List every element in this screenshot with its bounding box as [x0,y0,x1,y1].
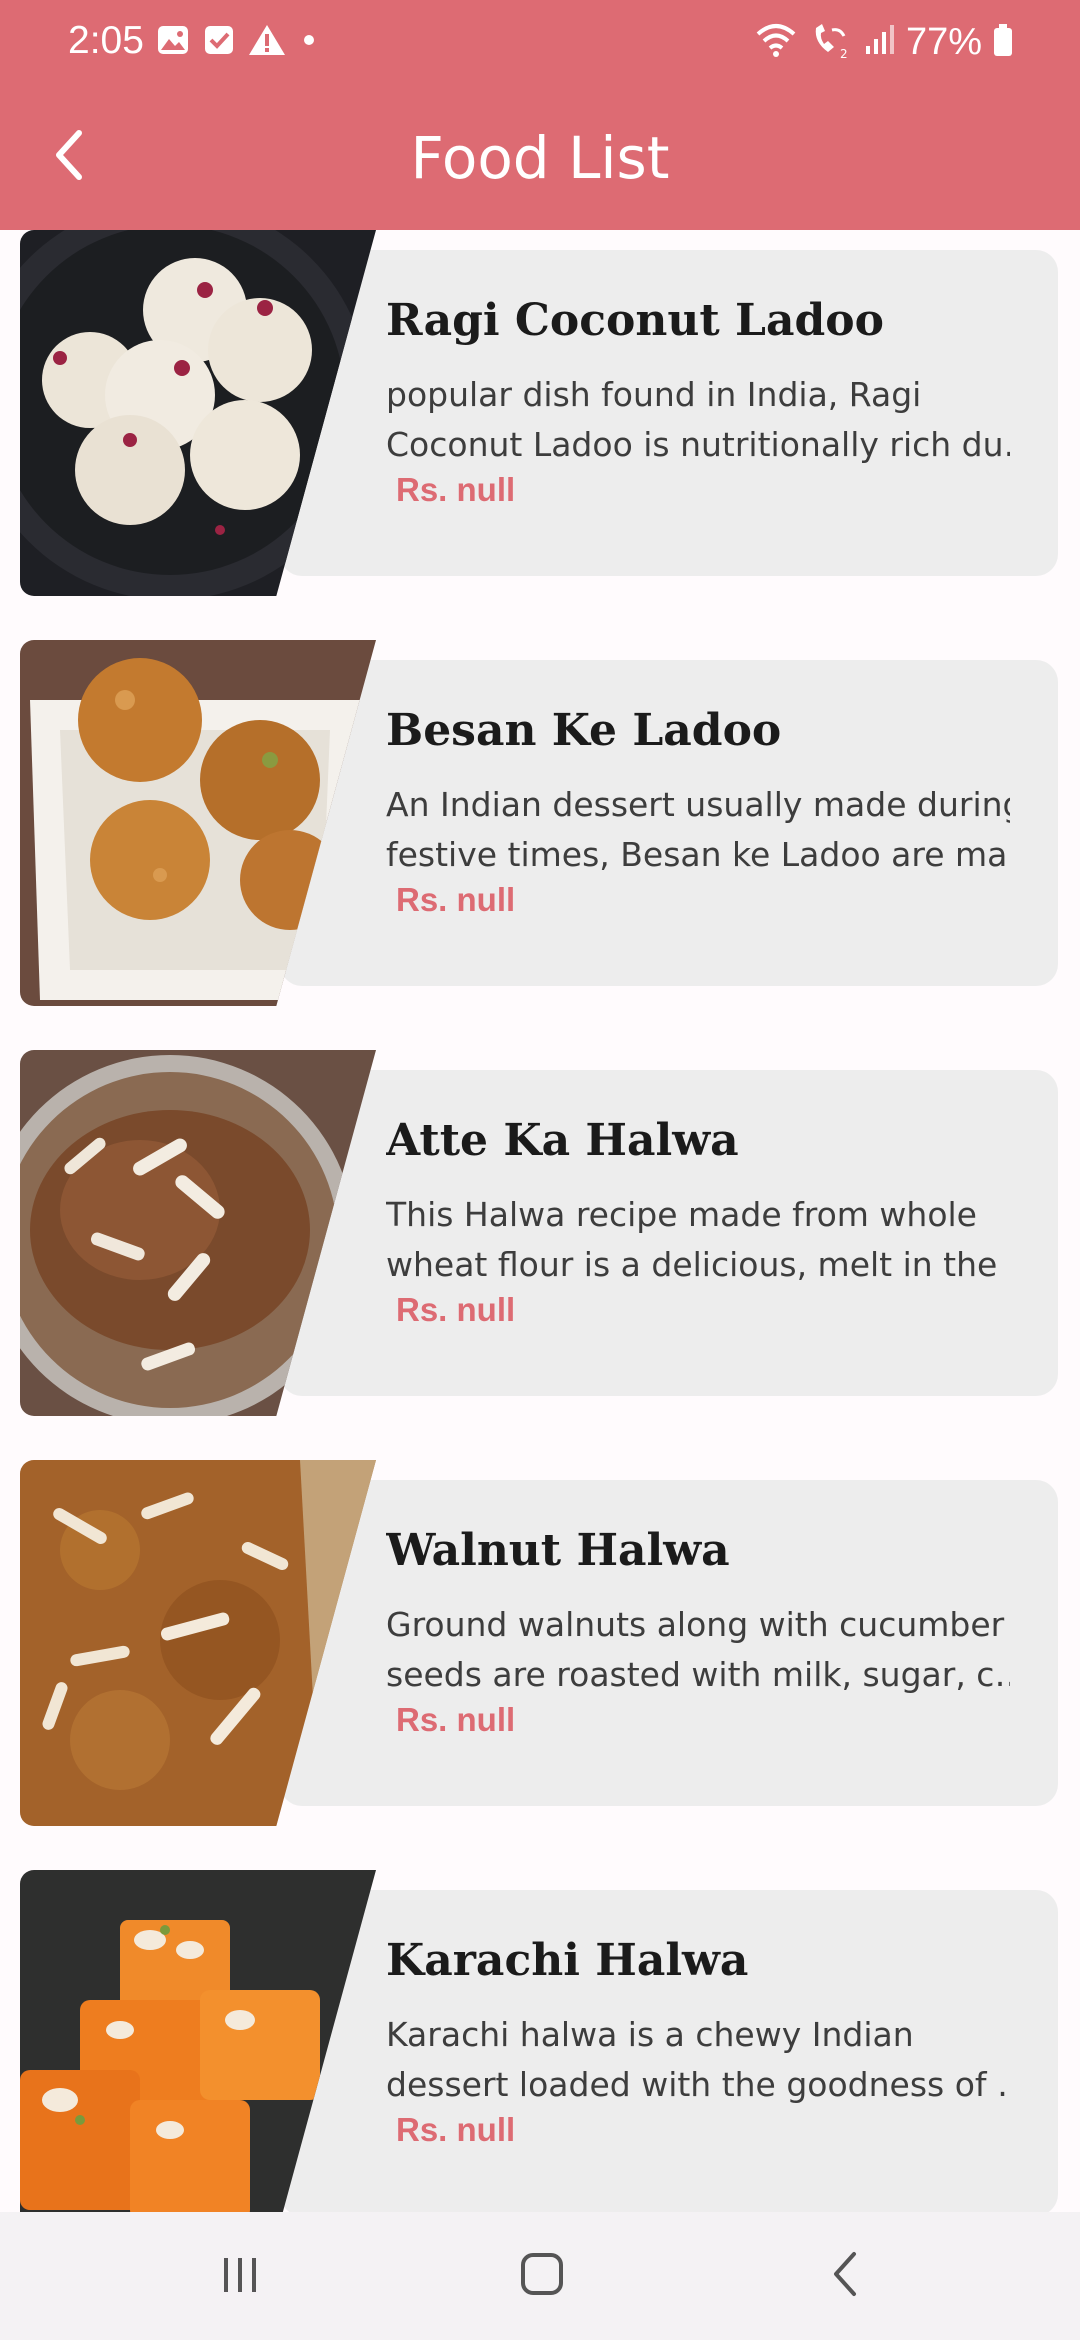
food-name: Ragi Coconut Ladoo [386,295,884,346]
page-title: Food List [410,124,670,192]
food-description: Karachi halwa is a chewy Indian dessert … [386,2010,1010,2110]
status-time: 2:05 [68,19,144,62]
food-description-line: festive times, Besan ke Ladoo are ma… [386,835,1010,874]
dot-icon [298,23,320,61]
recents-button[interactable] [180,2232,300,2320]
food-item[interactable]: Besan Ke Ladoo An Indian dessert usually… [20,640,1058,1006]
food-description-line: Ground walnuts along with cucumber [386,1605,1005,1644]
food-name: Karachi Halwa [386,1935,749,1986]
signal-icon [862,20,896,64]
food-price: Rs. null [396,2111,516,2148]
food-description-line: popular dish found in India, Ragi [386,375,922,414]
svg-text:2: 2 [840,47,848,60]
app-bar: Food List [0,82,1080,230]
food-description-line: Coconut Ladoo is nutritionally rich du… [386,425,1010,464]
battery-percentage: 77% [905,20,982,63]
food-item[interactable]: Walnut Halwa Ground walnuts along with c… [20,1460,1058,1826]
system-status: 2 77% [754,20,1014,64]
recents-icon [210,2244,270,2308]
status-bar: 2:05 2 77% [0,0,1080,82]
food-price: Rs. null [396,1701,516,1738]
food-description: An Indian dessert usually made during fe… [386,780,1010,880]
food-description-line: seeds are roasted with milk, sugar, c… [386,1655,1010,1694]
food-description-line: Karachi halwa is a chewy Indian [386,2015,914,2054]
back-icon [816,2244,876,2308]
gallery-icon [156,23,190,61]
wifi-calling-icon: 2 [808,20,852,64]
food-description: popular dish found in India, Ragi Coconu… [386,370,1010,470]
wifi-icon [754,20,798,64]
food-item[interactable]: Atte Ka Halwa This Halwa recipe made fro… [20,1050,1058,1416]
battery-icon [992,20,1014,64]
notification-icons [156,22,320,62]
food-list[interactable]: Ragi Coconut Ladoo popular dish found in… [0,230,1080,2212]
food-description-line: An Indian dessert usually made during [386,785,1010,824]
food-name: Besan Ke Ladoo [386,705,782,756]
checkbox-icon [202,23,236,61]
food-item[interactable]: Ragi Coconut Ladoo popular dish found in… [20,230,1058,596]
nav-back-button[interactable] [786,2232,906,2320]
food-name: Walnut Halwa [386,1525,730,1576]
food-description-line: This Halwa recipe made from whole [386,1195,977,1234]
warning-icon [248,23,286,61]
food-description: This Halwa recipe made from whole wheat … [386,1190,1010,1290]
food-description-line: dessert loaded with the goodness of … [386,2065,1010,2104]
system-nav-bar [0,2212,1080,2340]
food-description-line: wheat flour is a delicious, melt in the … [386,1245,1010,1284]
food-price: Rs. null [396,881,516,918]
food-price: Rs. null [396,1291,516,1328]
home-icon [512,2244,572,2308]
food-item[interactable]: Karachi Halwa Karachi halwa is a chewy I… [20,1870,1058,2212]
food-description: Ground walnuts along with cucumber seeds… [386,1600,1010,1700]
food-name: Atte Ka Halwa [386,1115,739,1166]
home-button[interactable] [482,2232,602,2320]
food-price: Rs. null [396,471,516,508]
